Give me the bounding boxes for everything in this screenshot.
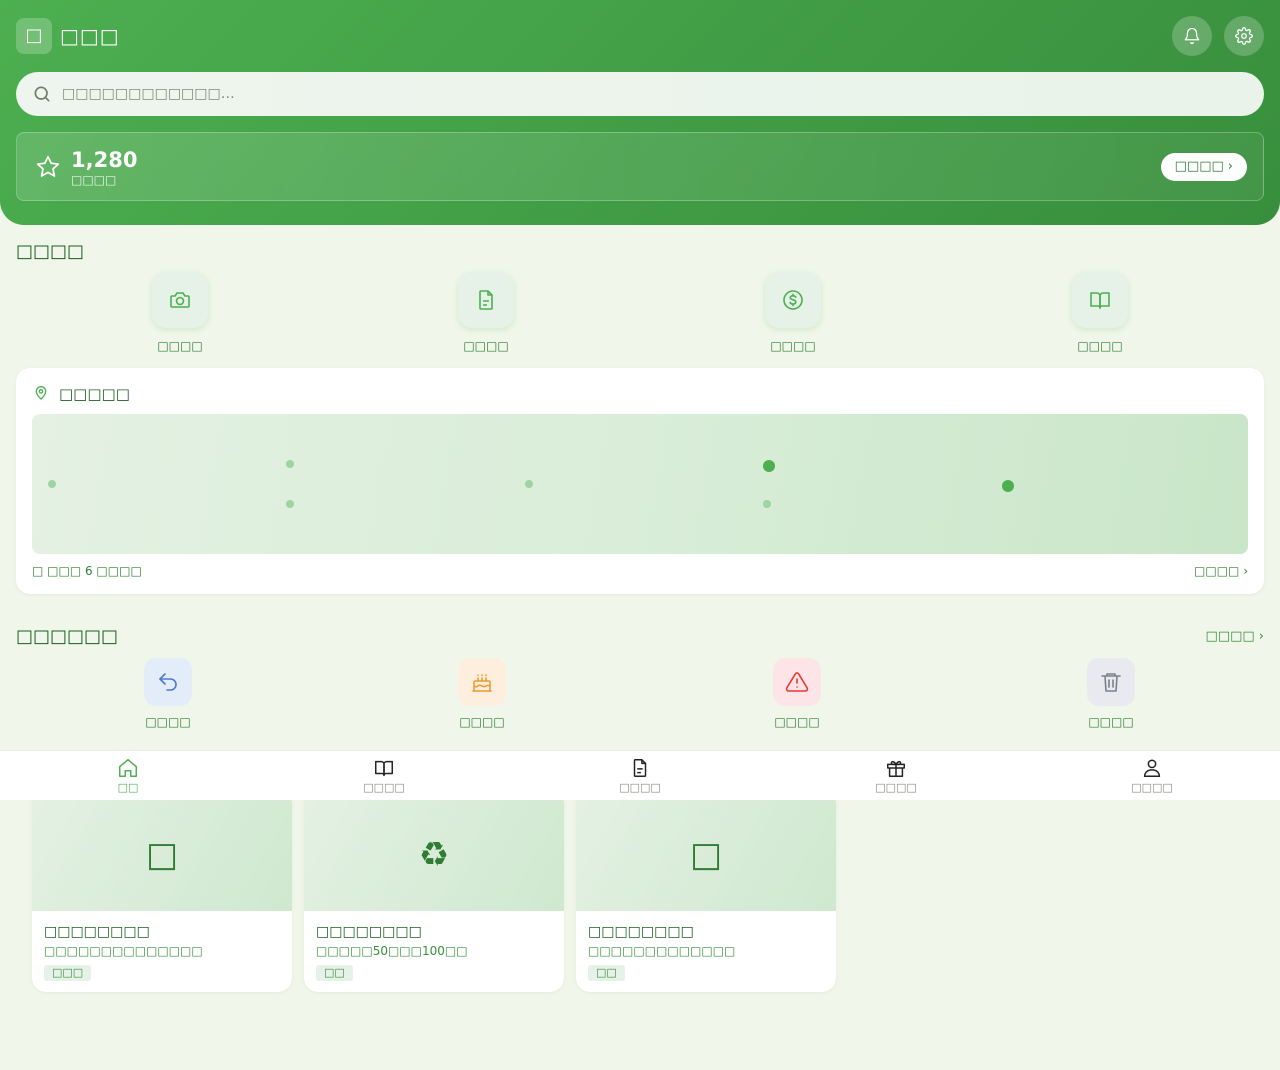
map-marker[interactable]	[48, 480, 56, 488]
card-tag: □□	[316, 965, 353, 981]
nav-item-profile[interactable]: □□□□	[1024, 751, 1280, 800]
dollar-icon	[765, 272, 821, 328]
article-card[interactable]: □ □□□□□□□□ □□□□□□□□□□□□□□ □□□	[32, 790, 292, 992]
document-icon	[458, 272, 514, 328]
gear-icon	[1235, 27, 1253, 45]
header: □ □□□ 1,280	[0, 0, 1280, 225]
nearby-count-text: □ □□□ 6 □□□□	[32, 564, 142, 578]
bell-icon	[1183, 27, 1201, 45]
card-tag: □□□	[44, 965, 92, 981]
card-tag: □□	[588, 965, 625, 981]
quick-action-item[interactable]: □□□□	[426, 272, 546, 354]
warning-icon	[773, 658, 821, 706]
cake-icon	[458, 658, 506, 706]
quick-action-label: □□□□	[463, 339, 509, 353]
map-marker[interactable]	[763, 500, 771, 508]
process-label: □□□□	[1088, 715, 1134, 729]
card-title: □□□□□□□□	[316, 924, 422, 940]
undo-arrow-icon	[144, 658, 192, 706]
book-icon	[373, 757, 395, 779]
card-description: □□□□□□□□□□□□□□	[44, 944, 203, 958]
process-view-all-link[interactable]: □□□□ ›	[1206, 628, 1264, 646]
process-label: □□□□	[459, 715, 505, 729]
search-icon	[32, 84, 52, 104]
nav-item-rewards[interactable]: □□□□	[768, 751, 1024, 800]
search-bar[interactable]	[16, 72, 1264, 116]
card-title: □□□□□□□□	[588, 924, 694, 940]
trash-icon	[1087, 658, 1135, 706]
points-value: 1,280	[71, 148, 138, 172]
quick-action-item[interactable]: □□□□	[1040, 272, 1160, 354]
map-view-more-link[interactable]: □□□□ ›	[1194, 563, 1248, 579]
nav-label: □□□□	[875, 781, 917, 794]
card-image: □	[576, 790, 836, 911]
chevron-right-icon: ›	[1227, 159, 1233, 174]
book-icon	[1072, 272, 1128, 328]
map-pin-icon	[33, 385, 49, 401]
user-icon	[1141, 757, 1163, 779]
map-marker[interactable]	[286, 500, 294, 508]
nav-item-guide[interactable]: □□□□	[256, 751, 512, 800]
map-view[interactable]	[32, 414, 1248, 554]
process-item[interactable]: □□□□	[747, 658, 847, 730]
card-description: □□□□□□□□□□□□□	[588, 944, 736, 958]
process-section-title: □□□□□□	[16, 626, 119, 647]
map-marker[interactable]	[525, 480, 533, 488]
card-image: □	[32, 790, 292, 911]
points-label: □□□□	[71, 173, 117, 187]
nav-item-records[interactable]: □□□□	[512, 751, 768, 800]
nav-item-home[interactable]: □□	[0, 751, 256, 800]
points-action-button[interactable]: □□□□ ›	[1160, 153, 1247, 181]
nav-label: □□□□	[363, 781, 405, 794]
card-description: □□□□□50□□□100□□	[316, 944, 468, 958]
points-button-label: □□□□	[1174, 159, 1224, 174]
document-icon	[629, 757, 651, 779]
recycle-icon: ♻	[304, 790, 564, 911]
article-card[interactable]: □ □□□□□□□□ □□□□□□□□□□□□□ □□	[576, 790, 836, 992]
map-marker[interactable]	[286, 460, 294, 468]
process-label: □□□□	[774, 715, 820, 729]
quick-action-label: □□□□	[157, 339, 203, 353]
camera-icon	[152, 272, 208, 328]
home-icon	[117, 757, 139, 779]
map-title: □□□□□	[59, 385, 130, 403]
notifications-button[interactable]	[1172, 16, 1212, 56]
quick-actions-title: □□□□	[16, 241, 85, 262]
nearby-map-card: □□□□□ □ □□□ 6 □□□□ □□□□ ›	[16, 368, 1264, 594]
settings-button[interactable]	[1224, 16, 1264, 56]
map-marker-active[interactable]	[1002, 480, 1014, 492]
quick-action-item[interactable]: □□□□	[120, 272, 240, 354]
search-input[interactable]	[62, 74, 1212, 114]
process-item[interactable]: □□□□	[118, 658, 218, 730]
quick-action-label: □□□□	[770, 339, 816, 353]
nav-label: □□	[117, 781, 139, 794]
bottom-navigation: □□ □□□□ □□□□ □□□□ □□□□	[0, 750, 1280, 800]
app-title: □□□	[60, 24, 120, 48]
nav-label: □□□□	[1131, 781, 1173, 794]
points-card: 1,280 □□□□ □□□□ ›	[16, 132, 1264, 201]
quick-action-item[interactable]: □□□□	[733, 272, 853, 354]
card-title: □□□□□□□□	[44, 924, 150, 940]
map-marker-active[interactable]	[763, 460, 775, 472]
star-icon	[35, 154, 61, 180]
process-label: □□□□	[145, 715, 191, 729]
nav-label: □□□□	[619, 781, 661, 794]
process-item[interactable]: □□□□	[432, 658, 532, 730]
gift-icon	[885, 757, 907, 779]
process-item[interactable]: □□□□	[1061, 658, 1161, 730]
quick-action-label: □□□□	[1077, 339, 1123, 353]
article-card[interactable]: ♻ □□□□□□□□ □□□□□50□□□100□□ □□	[304, 790, 564, 992]
app-logo: □	[16, 18, 52, 54]
